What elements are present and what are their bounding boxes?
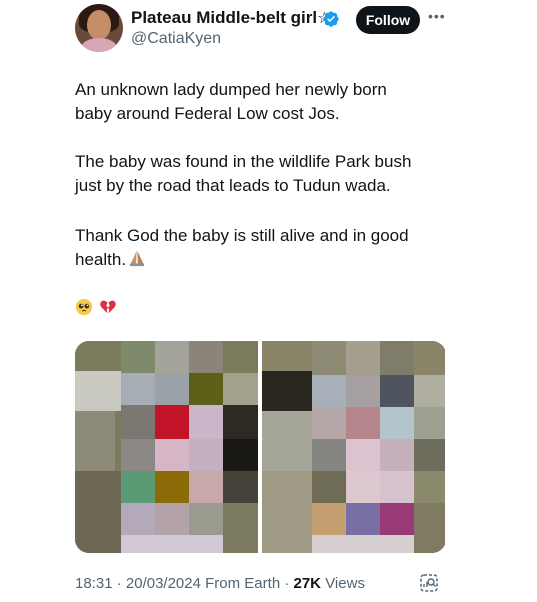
separator-dot: ·: [284, 575, 290, 592]
media-grid: [75, 341, 446, 553]
folded-hands-icon: [129, 250, 145, 267]
emoji-row: [75, 296, 117, 318]
more-horizontal-icon[interactable]: •••: [428, 8, 448, 24]
views-count: 27K: [293, 575, 322, 592]
tweet-text-paragraph-3: Thank God the baby is still alive and in…: [75, 224, 455, 272]
tweet-text-paragraph-3-text: Thank God the baby is still alive and in…: [75, 226, 409, 269]
tweet-text-paragraph-1: An unknown lady dumped her newly born ba…: [75, 80, 387, 123]
tweet-source: From Earth: [205, 575, 281, 592]
analytics-icon[interactable]: [419, 573, 439, 593]
media-photo-2[interactable]: [262, 341, 445, 553]
display-name-text: Plateau Middle-belt girl: [131, 8, 318, 27]
tweet-date[interactable]: 20/03/2024: [126, 575, 201, 592]
tweet-card: Plateau Middle-belt girl☆ @CatiaKyen Fol…: [0, 0, 537, 602]
follow-button[interactable]: Follow: [356, 6, 420, 34]
tweet-time[interactable]: 18:31: [75, 575, 113, 592]
separator-dot: ·: [116, 575, 122, 592]
avatar[interactable]: [75, 4, 123, 52]
tweet-text-paragraph-2: The baby was found in the wildlife Park …: [75, 152, 412, 195]
tweet-metadata: 18:31 · 20/03/2024 From Earth · 27K View…: [75, 575, 365, 592]
user-handle[interactable]: @CatiaKyen: [131, 30, 221, 48]
pleading-face-icon: [75, 298, 93, 316]
display-name[interactable]: Plateau Middle-belt girl☆: [131, 8, 331, 28]
views-label: Views: [325, 575, 365, 592]
media-photo-1[interactable]: [75, 341, 258, 553]
verified-badge-icon: [323, 11, 339, 27]
broken-heart-icon: [100, 300, 116, 314]
